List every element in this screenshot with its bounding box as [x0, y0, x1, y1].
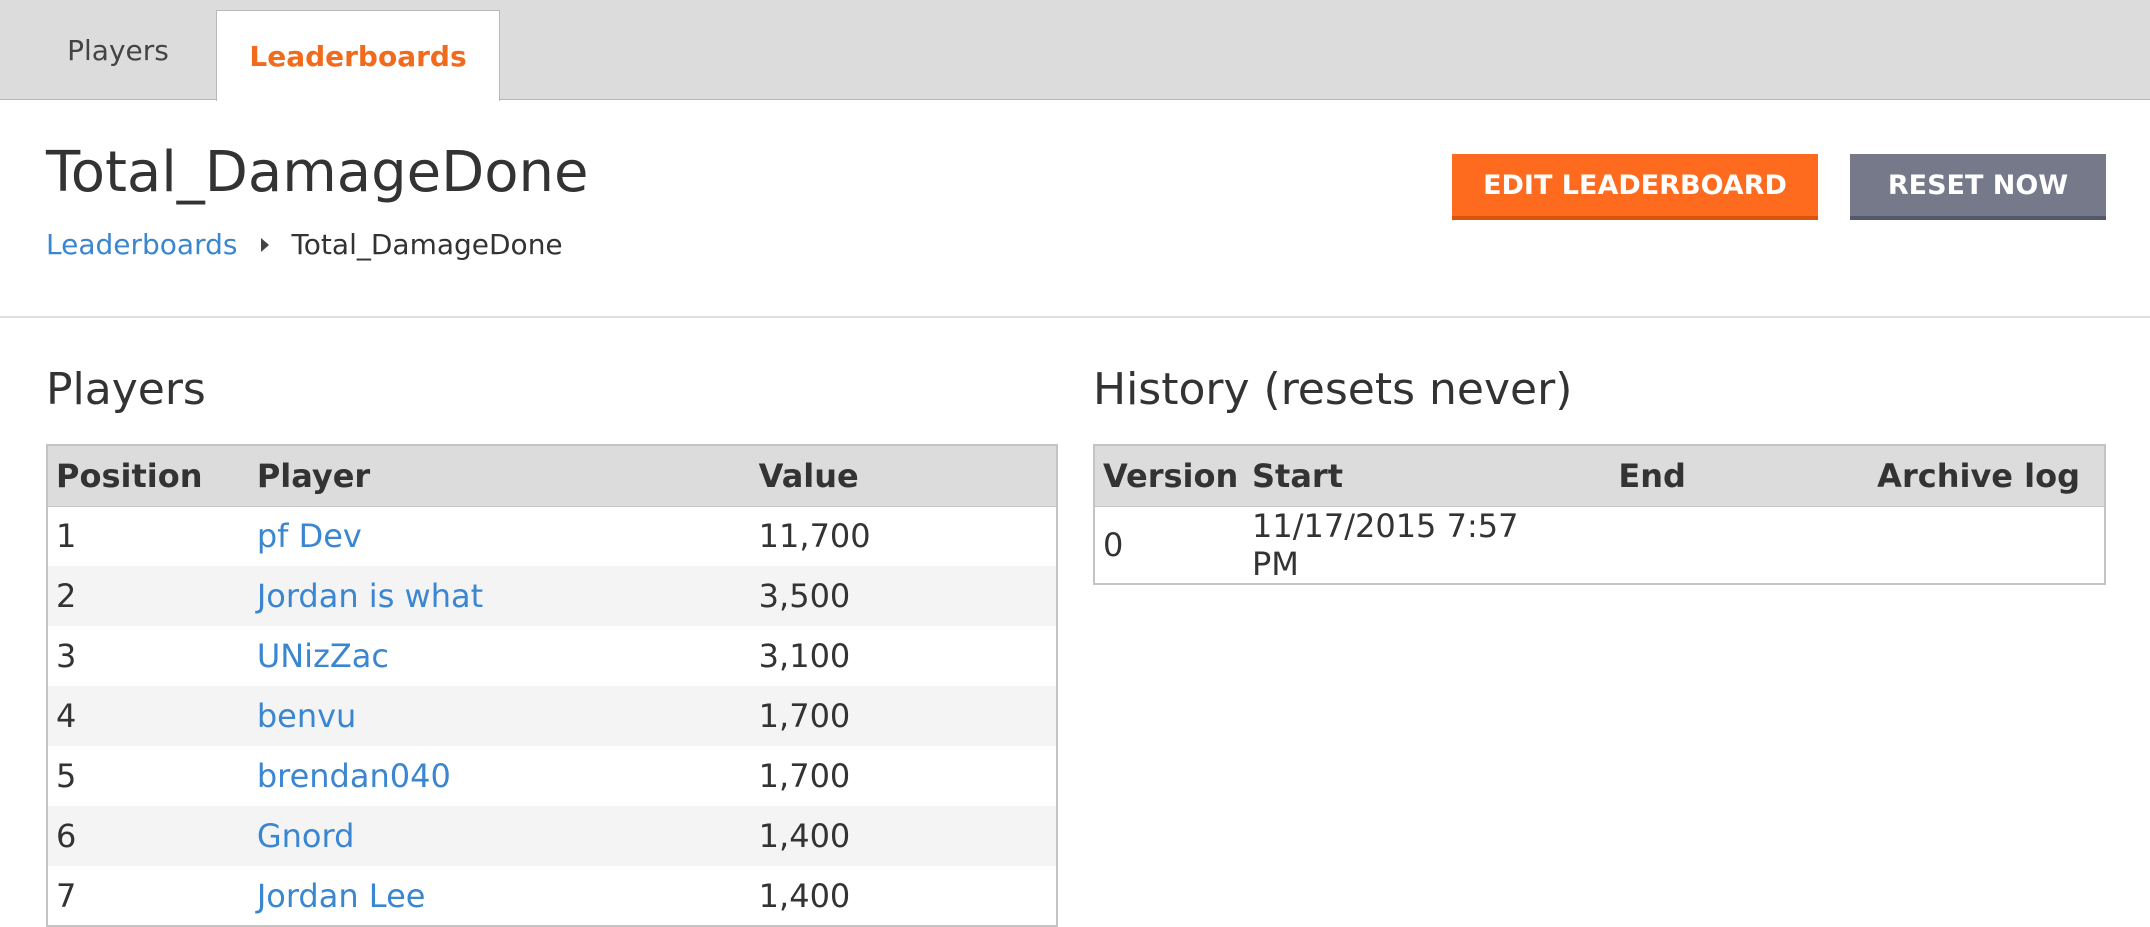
row-end: [1573, 506, 1723, 584]
players-table-header: Position Player Value: [47, 445, 1057, 507]
column-header-player[interactable]: Player: [248, 445, 751, 507]
row-value: 3,500: [750, 566, 1057, 626]
column-header-end[interactable]: End: [1573, 445, 1723, 507]
player-link[interactable]: benvu: [257, 697, 357, 735]
row-version: 0: [1103, 525, 1124, 564]
tab-leaderboards[interactable]: Leaderboards: [216, 10, 500, 101]
row-player-cell: brendan040: [249, 746, 751, 806]
player-link[interactable]: brendan040: [257, 757, 451, 795]
row-value: 1,400: [758, 876, 851, 915]
breadcrumb-chevron-right-icon: [261, 237, 270, 252]
history-section-title: History (resets never): [1093, 364, 1573, 415]
players-section-title: Players: [46, 364, 206, 415]
page-title: Total_DamageDone: [46, 140, 589, 205]
row-position: 5: [56, 757, 77, 795]
row-value: 1,700: [750, 686, 1057, 746]
column-header-start[interactable]: Start: [1243, 445, 1574, 507]
table-row: 1 pf Dev 11,700: [47, 506, 1057, 566]
tab-players[interactable]: Players: [28, 0, 208, 100]
row-archive-log: [1723, 506, 2105, 584]
row-player-cell: benvu: [248, 686, 751, 746]
table-row: 0 11/17/2015 7:57 PM: [1094, 506, 2105, 584]
breadcrumb: Leaderboards Total_DamageDone: [46, 228, 563, 261]
row-player-cell: Gnord: [248, 806, 751, 866]
player-link[interactable]: pf Dev: [257, 517, 362, 555]
breadcrumb-current: Total_DamageDone: [291, 228, 563, 261]
column-header-value[interactable]: Value: [750, 445, 1057, 507]
history-table-header: Version Start End Archive log: [1094, 445, 2105, 507]
table-row: 7 Jordan Lee 1,400: [47, 866, 1057, 926]
row-start: 11/17/2015 7:57 PM: [1251, 506, 1519, 583]
player-link[interactable]: Jordan Lee: [257, 877, 426, 915]
player-link[interactable]: Jordan is what: [257, 577, 483, 615]
player-link[interactable]: Gnord: [257, 817, 355, 855]
column-header-archive-log[interactable]: Archive log: [1722, 445, 2105, 507]
reset-now-button[interactable]: RESET NOW: [1850, 154, 2106, 220]
players-table: Position Player Value 1 pf Dev 11,700 2 …: [46, 444, 1058, 927]
table-row: 4 benvu 1,700: [47, 686, 1057, 746]
row-position: 6: [47, 806, 249, 866]
column-header-version[interactable]: Version: [1094, 445, 1244, 507]
row-player-cell: UNizZac: [249, 626, 751, 686]
table-row: 5 brendan040 1,700: [47, 746, 1057, 806]
breadcrumb-leaderboards-link[interactable]: Leaderboards: [46, 228, 237, 261]
row-position: 1: [56, 517, 77, 556]
row-position: 7: [56, 876, 77, 915]
tab-bar: Players Leaderboards: [0, 0, 2150, 101]
table-row: 6 Gnord 1,400: [47, 806, 1057, 866]
edit-leaderboard-button[interactable]: EDIT LEADERBOARD: [1452, 154, 1818, 220]
row-value: 1,400: [750, 806, 1057, 866]
history-table: Version Start End Archive log 0 11/17/20…: [1093, 444, 2106, 585]
table-row: 2 Jordan is what 3,500: [47, 566, 1057, 626]
row-value: 1,700: [758, 757, 851, 795]
header-divider: [0, 316, 2150, 318]
row-position: 4: [47, 686, 249, 746]
row-player-cell: Jordan Lee: [249, 866, 751, 926]
row-player-cell: Jordan is what: [248, 566, 751, 626]
row-position: 2: [47, 566, 249, 626]
row-position: 3: [56, 637, 77, 675]
row-player-cell: pf Dev: [249, 506, 751, 566]
column-header-position[interactable]: Position: [47, 445, 249, 507]
player-link[interactable]: UNizZac: [257, 637, 389, 675]
row-value: 3,100: [758, 637, 851, 675]
table-row: 3 UNizZac 3,100: [47, 626, 1057, 686]
row-value: 11,700: [758, 517, 871, 556]
